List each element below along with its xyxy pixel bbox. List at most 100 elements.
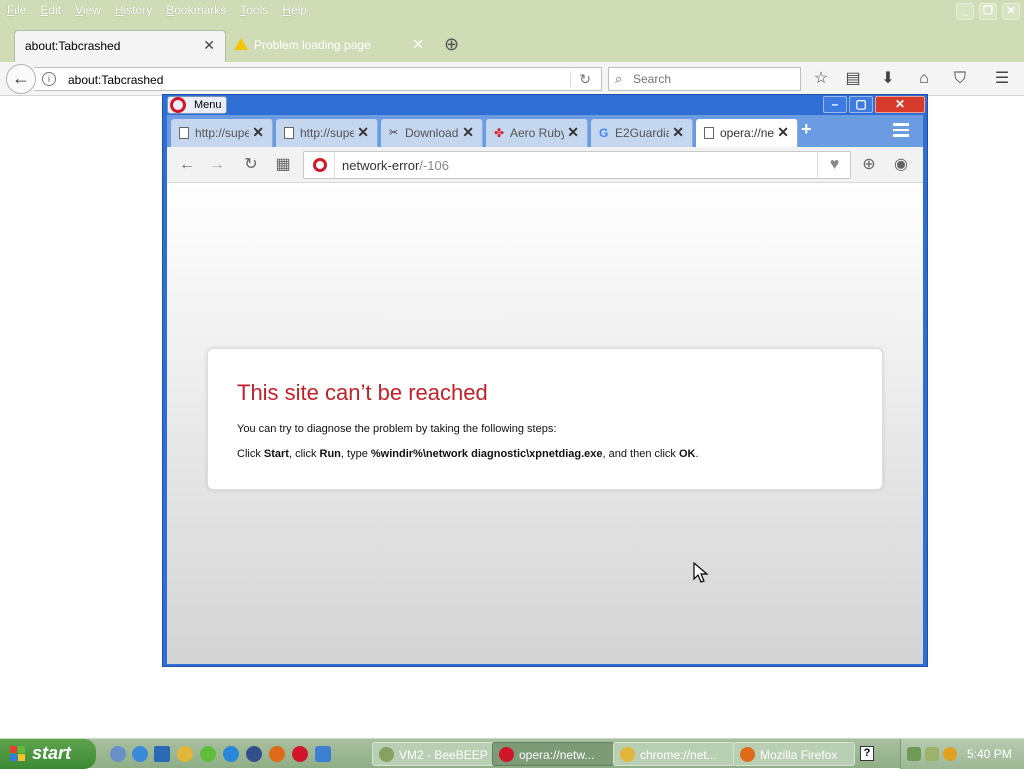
tab-close-icon[interactable]: ✕ — [672, 124, 684, 141]
tray-beebeep-icon[interactable] — [925, 747, 939, 761]
quicklaunch-chrome-icon[interactable] — [177, 746, 193, 762]
url-text: about:Tabcrashed — [68, 73, 164, 87]
close-icon: ✕ — [894, 97, 906, 111]
tab-close-icon[interactable]: ✕ — [777, 124, 789, 141]
quicklaunch-firefox-icon[interactable] — [269, 746, 285, 762]
opera-address-bar[interactable]: network-error/-106 — [303, 151, 851, 179]
divider — [570, 71, 571, 87]
menu-list: File Edit View History Bookmarks Tools H… — [0, 0, 314, 22]
minimize-icon: – — [831, 97, 839, 111]
opera-minimize-button[interactable]: – — [823, 96, 847, 113]
tray-network-icon[interactable] — [907, 747, 921, 761]
reload-icon[interactable]: ↻ — [579, 71, 591, 88]
forward-arrow-icon[interactable]: → — [205, 153, 229, 177]
new-tab-plus-icon[interactable]: ⊕ — [444, 34, 459, 55]
reading-list-icon[interactable]: ▤ — [842, 68, 864, 90]
opera-tab[interactable]: http://super ✕ — [171, 119, 273, 147]
tab-problem-loading[interactable]: Problem loading page ✕ — [228, 30, 434, 62]
divider — [334, 152, 335, 178]
tab-close-icon[interactable]: ✕ — [462, 124, 474, 141]
opera-tab-active[interactable]: opera://network-error ✕ — [696, 119, 798, 147]
quicklaunch-opera-icon[interactable] — [292, 746, 308, 762]
pocket-icon[interactable]: ⛉ — [949, 68, 971, 90]
back-arrow-icon[interactable]: ← — [175, 153, 199, 177]
tab-close-icon[interactable]: ✕ — [412, 36, 424, 53]
step-text: , and then click — [602, 448, 679, 460]
quicklaunch-recycle-icon[interactable] — [200, 746, 216, 762]
quicklaunch-network-icon[interactable] — [110, 746, 126, 762]
tab-close-icon[interactable]: ✕ — [203, 37, 215, 54]
task-chrome[interactable]: chrome://net... — [613, 742, 735, 766]
menu-file[interactable]: File — [0, 0, 33, 22]
account-icon[interactable]: ◉ — [889, 153, 913, 177]
opera-tab-title: E2Guardian — [615, 126, 669, 140]
reload-icon[interactable]: ↻ — [239, 153, 263, 177]
opera-logo-icon — [313, 158, 327, 172]
opera-close-button[interactable]: ✕ — [875, 96, 925, 113]
home-icon[interactable]: ⌂ — [913, 68, 935, 90]
step-text: , click — [288, 448, 320, 460]
bookmark-star-icon[interactable]: ☆ — [810, 68, 832, 90]
opera-tab-title: Download — [405, 126, 459, 140]
tab-tabcrashed[interactable]: about:Tabcrashed ✕ — [14, 30, 226, 62]
windows-taskbar: start VM2 - BeeBEEP opera://netw... chro… — [0, 738, 1024, 769]
opera-tab[interactable]: G E2Guardian ✕ — [591, 119, 693, 147]
opera-tab-title: http://super — [195, 126, 249, 140]
download-icon[interactable]: ⬇ — [877, 68, 899, 90]
download-site-icon: ✂ — [389, 127, 399, 139]
aero-ruby-icon: ✤ — [494, 126, 505, 140]
tab-close-icon[interactable]: ✕ — [357, 124, 369, 141]
tab-close-icon[interactable]: ✕ — [252, 124, 264, 141]
back-button[interactable]: ← — [6, 64, 36, 94]
url-bar[interactable]: i about:Tabcrashed ↻ — [34, 67, 602, 91]
speed-dial-grid-icon[interactable]: ▦ — [271, 153, 295, 177]
window-close-button[interactable]: ✕ — [1002, 3, 1020, 20]
search-input[interactable] — [631, 71, 791, 87]
opera-menu-button[interactable]: Menu — [167, 96, 227, 114]
beebeep-icon — [379, 747, 394, 762]
opera-tab[interactable]: http://super ✕ — [276, 119, 378, 147]
opera-tab[interactable]: ✂ Download ✕ — [381, 119, 483, 147]
flag-red — [10, 746, 17, 753]
task-label: VM2 - BeeBEEP — [399, 748, 488, 762]
error-hint: You can try to diagnose the problem by t… — [237, 423, 557, 435]
quicklaunch-moon-icon[interactable] — [246, 746, 262, 762]
clock: 5:40 PM — [967, 747, 1012, 761]
download-circle-icon[interactable]: ⊕ — [857, 153, 881, 177]
google-icon: G — [599, 126, 609, 140]
error-title: This site can’t be reached — [237, 380, 488, 405]
menu-history[interactable]: History — [108, 0, 159, 22]
menu-bookmarks[interactable]: Bookmarks — [159, 0, 233, 22]
opera-logo-icon — [499, 747, 514, 762]
opera-maximize-button[interactable]: ▢ — [849, 96, 873, 113]
window-minimize-button[interactable]: _ — [956, 3, 974, 20]
menu-edit[interactable]: Edit — [33, 0, 68, 22]
quicklaunch-update-icon[interactable] — [132, 746, 148, 762]
tab-menu-icon[interactable] — [893, 123, 909, 137]
firefox-tabbar: about:Tabcrashed ✕ Problem loading page … — [0, 22, 1024, 62]
task-firefox[interactable]: Mozilla Firefox — [733, 742, 855, 766]
start-button[interactable]: start — [0, 739, 96, 769]
window-maximize-button[interactable]: ❐ — [979, 3, 997, 20]
help-icon[interactable]: ? — [860, 746, 874, 761]
tab-close-icon[interactable]: ✕ — [567, 124, 579, 141]
quicklaunch-settings-icon[interactable] — [315, 746, 331, 762]
task-opera[interactable]: opera://netw... — [492, 742, 614, 766]
new-tab-plus-icon[interactable]: + — [801, 119, 812, 140]
opera-tab-title: Aero Ruby — [510, 126, 564, 140]
heart-icon[interactable]: ♥ — [817, 151, 851, 179]
menu-tools[interactable]: Tools — [233, 0, 275, 22]
task-beebeep[interactable]: VM2 - BeeBEEP — [372, 742, 494, 766]
tray-search-icon[interactable] — [943, 747, 957, 761]
opera-tab[interactable]: ✤ Aero Ruby ✕ — [486, 119, 588, 147]
search-box[interactable]: ⌕ — [608, 67, 801, 91]
quicklaunch-ie-icon[interactable] — [223, 746, 239, 762]
menu-view[interactable]: View — [68, 0, 108, 22]
quicklaunch-app-icon[interactable] — [154, 746, 170, 762]
hamburger-menu-icon[interactable]: ☰ — [991, 68, 1013, 90]
page-icon — [179, 127, 189, 139]
menu-help[interactable]: Help — [275, 0, 314, 22]
opera-window: Menu – ▢ ✕ http://super ✕ http://super ✕… — [162, 94, 928, 667]
step-text: . — [695, 448, 699, 460]
info-icon[interactable]: i — [42, 72, 56, 86]
